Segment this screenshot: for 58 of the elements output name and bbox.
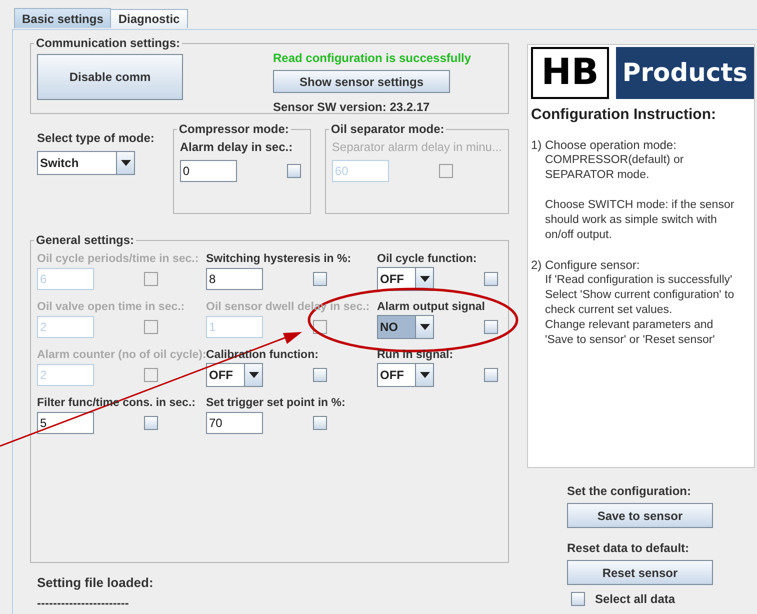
disable-comm-button[interactable]: Disable comm [37, 54, 183, 100]
mode-dropdown[interactable]: Switch [37, 151, 135, 175]
reset-button[interactable]: Reset sensor [567, 560, 713, 585]
field-label: Set trigger set point in %: [206, 397, 346, 409]
checkbox[interactable] [313, 272, 327, 286]
checkbox[interactable] [286, 164, 301, 178]
checkbox-label: Select all data [595, 592, 676, 606]
field-label: Alarm counter (no of oil cycle): [37, 349, 206, 361]
file-label: Setting file loaded: [37, 575, 154, 590]
field-label: Switching hysteresis in %: [206, 253, 352, 265]
tab[interactable]: Diagnostic [110, 9, 188, 28]
instruction-text: COMPRESSOR(default) or SEPARATOR mode. [544, 153, 685, 183]
save-button[interactable]: Save to sensor [567, 503, 713, 528]
input-field[interactable]: 8 [206, 268, 263, 290]
logo-text: Products [616, 47, 754, 99]
checkbox[interactable] [313, 368, 327, 382]
checkbox[interactable] [313, 416, 327, 430]
group-title: General settings: [35, 233, 136, 247]
group-title: Oil separator mode: [330, 122, 446, 136]
caret-icon [420, 324, 430, 330]
checkbox[interactable] [484, 272, 498, 286]
dropdown[interactable]: OFF [377, 363, 434, 387]
instruction-text: Choose SWITCH mode: if the sensor should work as simple switch with on/off output. [544, 198, 736, 243]
field-label: Oil valve open time in sec.: [37, 301, 185, 313]
input-field[interactable]: 0 [180, 160, 237, 182]
instruction-step: 1) Choose operation mode: [531, 138, 754, 153]
field-label: Oil cycle function: [377, 253, 477, 265]
dropdown[interactable]: NO [377, 315, 434, 339]
caret-icon [420, 372, 430, 378]
tab[interactable]: Basic settings [14, 8, 112, 28]
checkbox[interactable] [484, 368, 498, 382]
instruction-heading: Configuration Instruction: [531, 106, 717, 123]
checkbox[interactable] [571, 592, 585, 606]
checkbox[interactable] [484, 320, 498, 334]
field-label: Alarm delay in sec.: [180, 140, 294, 154]
caret-icon [248, 372, 258, 378]
mode-label: Select type of mode: [37, 131, 156, 145]
caret-icon [420, 276, 430, 282]
group-title: Communication settings: [35, 36, 182, 50]
instruction-text: If 'Read configuration is successfully' Select 'Show current configuration' to check current set values. Change relevant parameters and 'Save to sensor' or 'Reset sensor' [544, 273, 736, 348]
field-label: Run in signal: [377, 349, 454, 361]
field-label: Oil cycle periods/time in sec.: [37, 253, 199, 265]
file-name: ----------------------- [37, 596, 130, 610]
caret-icon [120, 160, 130, 166]
group-title: Compressor mode: [178, 122, 290, 136]
input-field[interactable]: 70 [206, 412, 263, 434]
dropdown[interactable]: OFF [206, 363, 263, 387]
logo-text: HB [531, 47, 609, 99]
show-settings-button[interactable]: Show sensor settings [273, 70, 450, 93]
status-message: Read configuration is successfully [273, 51, 472, 65]
instruction-step: 2) Configure sensor: [531, 258, 754, 273]
version-text: Sensor SW version: 23.2.17 [273, 100, 431, 114]
reset-label: Reset data to default: [567, 541, 690, 555]
checkbox[interactable] [144, 416, 158, 430]
save-label: Set the configuration: [567, 484, 692, 498]
field-label: Alarm output signal [377, 301, 485, 313]
field-label: Separator alarm delay in minu... [332, 140, 502, 154]
input-field[interactable]: 5 [37, 412, 94, 434]
